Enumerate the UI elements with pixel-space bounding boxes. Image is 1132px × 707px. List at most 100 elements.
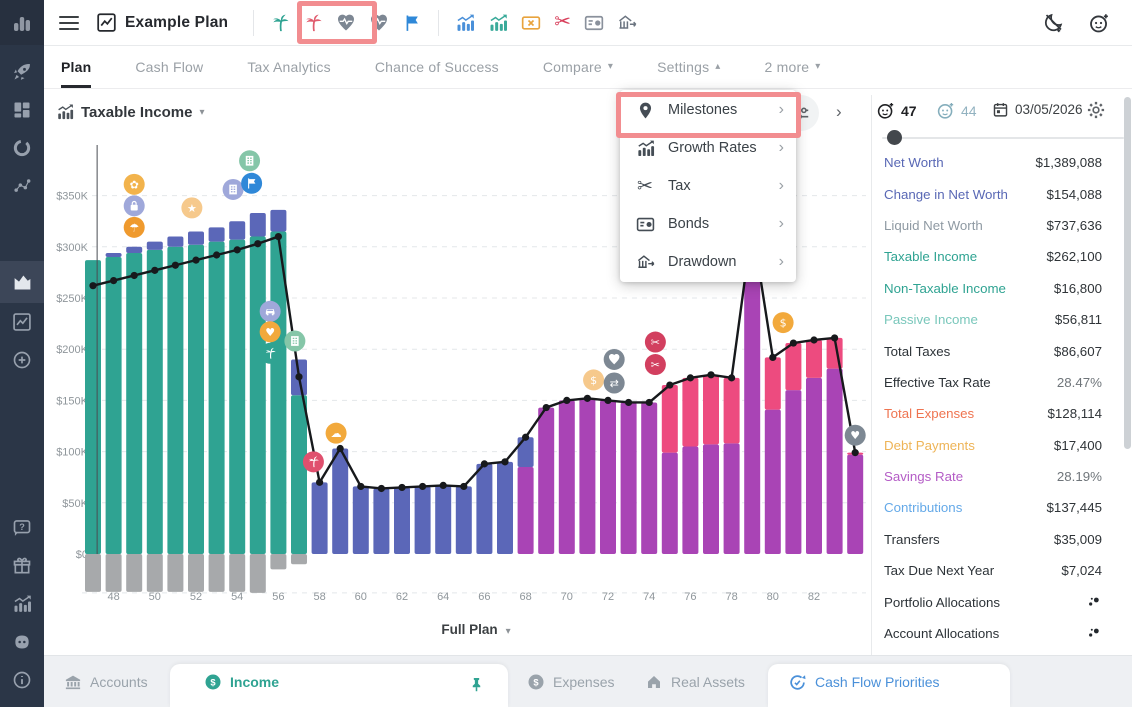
tab-compare[interactable]: Compare▾: [543, 45, 613, 88]
bar-segment-indigo[interactable]: [209, 227, 225, 241]
bar-segment-indigo[interactable]: [415, 486, 431, 554]
line-point[interactable]: [316, 479, 323, 486]
bar-segment-teal[interactable]: [85, 260, 101, 554]
milestone-badge-swap[interactable]: ⇄: [604, 372, 625, 393]
stat-label[interactable]: Transfers: [884, 532, 940, 547]
tab-cash-flow[interactable]: Cash Flow: [135, 45, 203, 88]
chart-range-selector[interactable]: Full Plan▾: [396, 622, 556, 637]
bar-segment-indigo[interactable]: [167, 237, 183, 247]
bar-segment-indigo[interactable]: [332, 449, 348, 554]
income-pin-icon[interactable]: [468, 676, 485, 694]
scrollbar[interactable]: [1124, 97, 1131, 449]
bar-segment-indigo[interactable]: [312, 482, 328, 554]
person1-age[interactable]: 47: [876, 101, 917, 120]
account-avatar-button[interactable]: [1088, 12, 1110, 34]
plan-date[interactable]: 03/05/2026: [992, 101, 1083, 118]
bar-segment-indigo[interactable]: [394, 487, 410, 554]
growth-chart-blue-icon[interactable]: [455, 13, 475, 33]
line-point[interactable]: [563, 397, 570, 404]
sidebar-item-progress[interactable]: [0, 167, 44, 205]
bar-negative[interactable]: [126, 554, 142, 592]
bonds-certificate-icon[interactable]: [584, 13, 604, 33]
milestone-badge-umbrella[interactable]: ☂: [124, 217, 145, 238]
bar-segment-teal[interactable]: [229, 240, 245, 554]
chevron-right-button[interactable]: ›: [836, 102, 842, 122]
line-point[interactable]: [192, 257, 199, 264]
milestone-badge-star[interactable]: ★: [181, 197, 202, 218]
line-point[interactable]: [337, 445, 344, 452]
stat-label[interactable]: Tax Due Next Year: [884, 563, 994, 578]
milestone-badge-building[interactable]: [284, 331, 305, 352]
allocations-dots-icon[interactable]: [1086, 593, 1102, 611]
dark-mode-toggle[interactable]: [1043, 12, 1064, 33]
sidebar-item-getting-started[interactable]: [0, 53, 44, 91]
health-event-icon[interactable]: [336, 13, 356, 33]
bar-segment-magenta[interactable]: [847, 455, 863, 554]
line-point[interactable]: [378, 485, 385, 492]
line-point[interactable]: [584, 395, 591, 402]
sidebar-item-help[interactable]: [0, 509, 44, 547]
line-point[interactable]: [357, 483, 364, 490]
bar-negative[interactable]: [250, 554, 266, 593]
bar-negative[interactable]: [229, 554, 245, 592]
tab-2-more[interactable]: 2 more▾: [765, 45, 821, 88]
stat-label[interactable]: Total Expenses: [884, 406, 974, 421]
card-cancel-icon[interactable]: [521, 13, 541, 33]
bar-segment-indigo[interactable]: [126, 247, 142, 253]
app-logo-icon[interactable]: [0, 0, 44, 45]
line-point[interactable]: [522, 434, 529, 441]
line-point[interactable]: [481, 460, 488, 467]
bar-segment-teal[interactable]: [250, 237, 266, 554]
line-point[interactable]: [790, 339, 797, 346]
milestone-badge-palm[interactable]: [303, 451, 324, 472]
stat-label[interactable]: Portfolio Allocations: [884, 595, 1000, 610]
sidebar-item-rewards[interactable]: [0, 547, 44, 585]
line-point[interactable]: [666, 381, 673, 388]
hamburger-menu-button[interactable]: [59, 16, 79, 30]
metric-selector[interactable]: Taxable Income ▾: [56, 103, 204, 121]
line-point[interactable]: [625, 399, 632, 406]
bar-segment-pink[interactable]: [724, 378, 740, 444]
bar-segment-pink[interactable]: [682, 378, 698, 447]
line-point[interactable]: [440, 482, 447, 489]
bar-negative[interactable]: [188, 554, 204, 592]
line-point[interactable]: [831, 334, 838, 341]
tab-tax-analytics[interactable]: Tax Analytics: [247, 45, 331, 88]
sidebar-item-current-plan[interactable]: [0, 261, 44, 303]
bar-segment-teal[interactable]: [147, 250, 163, 554]
bar-segment-pink[interactable]: [785, 343, 801, 390]
sidebar-item-dashboard[interactable]: [0, 91, 44, 129]
milestone-badge-heart[interactable]: ♥: [845, 425, 866, 446]
line-point[interactable]: [419, 483, 426, 490]
drawdown-bank-icon[interactable]: [617, 13, 637, 33]
milestone-badge-coin[interactable]: $: [773, 312, 794, 333]
stat-label[interactable]: Liquid Net Worth: [884, 218, 983, 233]
line-point[interactable]: [234, 246, 241, 253]
menu-item-drawdown[interactable]: Drawdown›: [620, 243, 796, 281]
tab-cash-flow-priorities[interactable]: Cash Flow Priorities: [788, 656, 939, 707]
bar-negative[interactable]: [167, 554, 183, 592]
milestone-badge-palm[interactable]: [260, 343, 281, 364]
bar-segment-indigo[interactable]: [373, 488, 389, 554]
line-point[interactable]: [728, 374, 735, 381]
line-point[interactable]: [295, 373, 302, 380]
line-point[interactable]: [213, 251, 220, 258]
sidebar-item-community[interactable]: [0, 623, 44, 661]
milestone-badge-flower[interactable]: ✿: [124, 174, 145, 195]
person2-age[interactable]: 44: [936, 101, 977, 120]
line-point[interactable]: [501, 458, 508, 465]
sidebar-item-allocations[interactable]: [0, 129, 44, 167]
growth-chart-teal-icon[interactable]: [488, 13, 508, 33]
stat-label[interactable]: Contributions: [884, 500, 962, 515]
bar-segment-magenta[interactable]: [827, 369, 843, 554]
bar-segment-teal[interactable]: [188, 245, 204, 554]
line-point[interactable]: [254, 240, 261, 247]
bar-negative[interactable]: [270, 554, 286, 569]
bar-segment-teal[interactable]: [167, 247, 183, 554]
line-point[interactable]: [769, 354, 776, 361]
line-point[interactable]: [687, 374, 694, 381]
line-point[interactable]: [89, 282, 96, 289]
menu-item-bonds[interactable]: Bonds›: [620, 205, 796, 243]
stat-label[interactable]: Change in Net Worth: [884, 187, 1008, 202]
bar-segment-magenta[interactable]: [600, 400, 616, 554]
